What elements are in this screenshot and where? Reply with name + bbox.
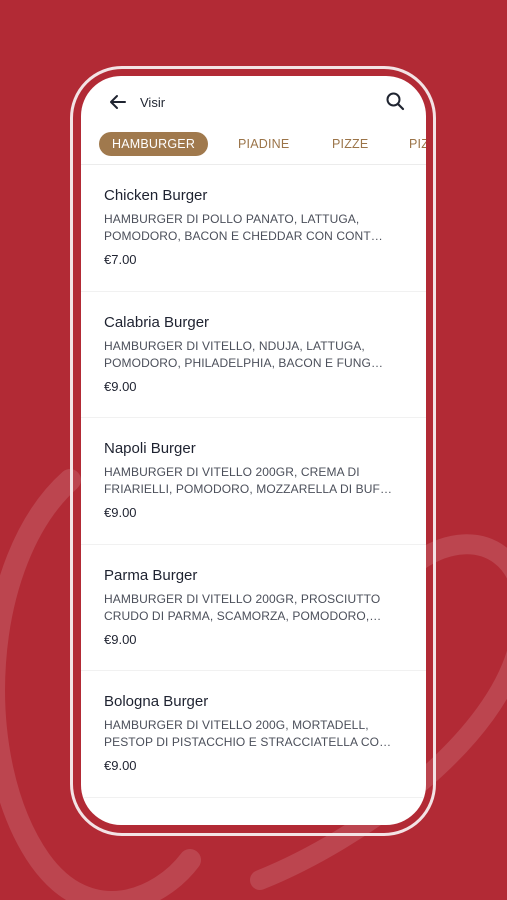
top-bar: Visir [81,76,426,132]
tab-piadine[interactable]: PIADINE [238,132,289,156]
item-name: Bologna Burger [104,693,209,710]
tab-piz[interactable]: PIZ [409,132,426,156]
category-tabs: HAMBURGER PIADINE PIZZE PIZ [81,132,426,160]
arrow-left-icon [110,95,126,109]
item-price: €9.00 [104,505,137,520]
item-description: HAMBURGER DI VITELLO, NDUJA, LATTUGA, PO… [104,338,384,370]
page-title: Visir [140,95,166,110]
app-screen: Visir HAMBURGER PIADINE PIZZE PIZ Chicke… [81,76,426,825]
tab-hamburger[interactable]: HAMBURGER [99,132,209,156]
item-price: €7.00 [104,252,137,267]
menu-item[interactable]: Bologna Burger HAMBURGER DI VITELLO 200G… [81,671,426,798]
item-price: €9.00 [104,631,137,647]
item-description: HAMBURGER DI POLLO PANATO, LATTUGA, POMO… [104,212,383,243]
search-icon [386,92,405,111]
item-name: Calabria Burger [104,313,210,331]
menu-item[interactable]: Calabria Burger HAMBURGER DI VITELLO, ND… [81,292,426,418]
item-description: HAMBURGER DI VITELLO 200GR, PROSCIUTTO C… [104,591,382,623]
item-description: HAMBURGER DI VITELLO 200GR, CREMA DI FRI… [104,465,393,496]
item-price: €9.00 [104,758,137,773]
item-name: Chicken Burger [104,187,208,204]
tab-pizze[interactable]: PIZZE [332,132,368,156]
menu-list: Chicken Burger HAMBURGER DI POLLO PANATO… [81,165,426,798]
item-description: HAMBURGER DI VITELLO 200G, MORTADELL, PE… [104,718,392,749]
menu-item[interactable]: Napoli Burger HAMBURGER DI VITELLO 200GR… [81,418,426,545]
menu-item[interactable]: Chicken Burger HAMBURGER DI POLLO PANATO… [81,165,426,292]
back-button[interactable] [107,91,129,113]
item-name: Napoli Burger [104,440,196,457]
item-name: Parma Burger [104,566,198,584]
search-button[interactable] [384,90,406,112]
menu-item[interactable]: Parma Burger HAMBURGER DI VITELLO 200GR,… [81,545,426,671]
item-price: €9.00 [104,378,137,394]
